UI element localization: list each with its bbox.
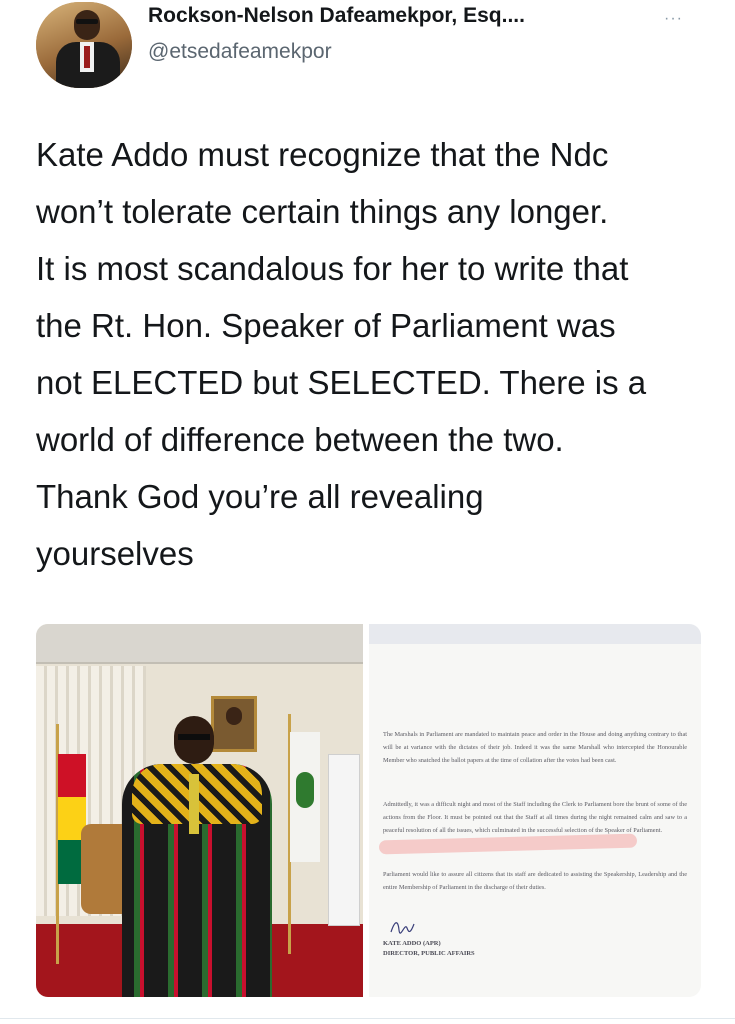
speaker-glasses <box>178 734 210 740</box>
photo-ceiling <box>36 624 363 664</box>
press-release-image[interactable]: The Marshals in Parliament are mandated … <box>369 624 701 997</box>
avatar-glasses <box>76 19 98 24</box>
document-paragraph-3: Parliament would like to assure all citi… <box>383 871 687 891</box>
signature-icon <box>390 922 415 934</box>
photo-wall-portrait <box>211 696 257 752</box>
signatory-name: KATE ADDO (APR) <box>383 940 441 947</box>
parliament-flag <box>290 732 320 862</box>
signatory-title: DIRECTOR, PUBLIC AFFAIRS <box>383 950 475 957</box>
document-paragraph-2: Admittedly, it was a difficult night and… <box>383 801 687 834</box>
author-handle[interactable]: @etsedafeamekpor <box>148 40 332 64</box>
speaker-tie <box>189 774 199 834</box>
author-name[interactable]: Rockson-Nelson Dafeamekpor, Esq.... <box>148 4 525 28</box>
air-conditioner <box>328 754 360 926</box>
document-paragraph-1: The Marshals in Parliament are mandated … <box>383 731 687 764</box>
author-avatar[interactable] <box>36 2 132 88</box>
speaker-photo[interactable] <box>36 624 363 997</box>
avatar-tie <box>84 46 90 68</box>
avatar-head <box>74 10 100 40</box>
speaker-head <box>174 716 214 764</box>
divider <box>0 1018 735 1019</box>
document-top-strip <box>369 624 701 644</box>
tweet-text: Kate Addo must recognize that the Ndc wo… <box>36 136 647 572</box>
more-options-icon[interactable]: ··· <box>664 10 683 28</box>
